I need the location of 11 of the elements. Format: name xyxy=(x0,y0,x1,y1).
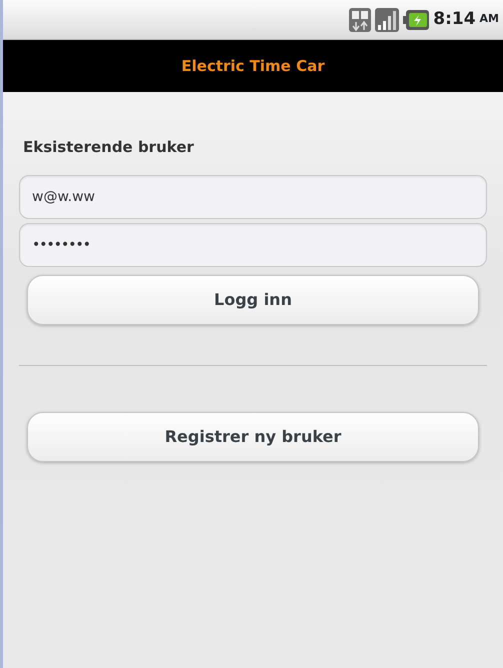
login-button[interactable]: Logg inn xyxy=(27,274,479,324)
clock-meridiem: AM xyxy=(480,11,499,28)
email-field[interactable]: w@w.ww xyxy=(19,174,487,218)
password-field[interactable]: •••••••• xyxy=(19,222,487,266)
network-type-icon xyxy=(349,8,372,32)
register-button[interactable]: Registrer ny bruker xyxy=(27,412,479,462)
app-title: Electric Time Car xyxy=(181,56,325,77)
signal-icon xyxy=(375,8,400,32)
battery-icon xyxy=(403,10,430,30)
clock-time: 8:14 xyxy=(433,8,476,31)
section-heading: Eksisterende bruker xyxy=(23,137,195,158)
